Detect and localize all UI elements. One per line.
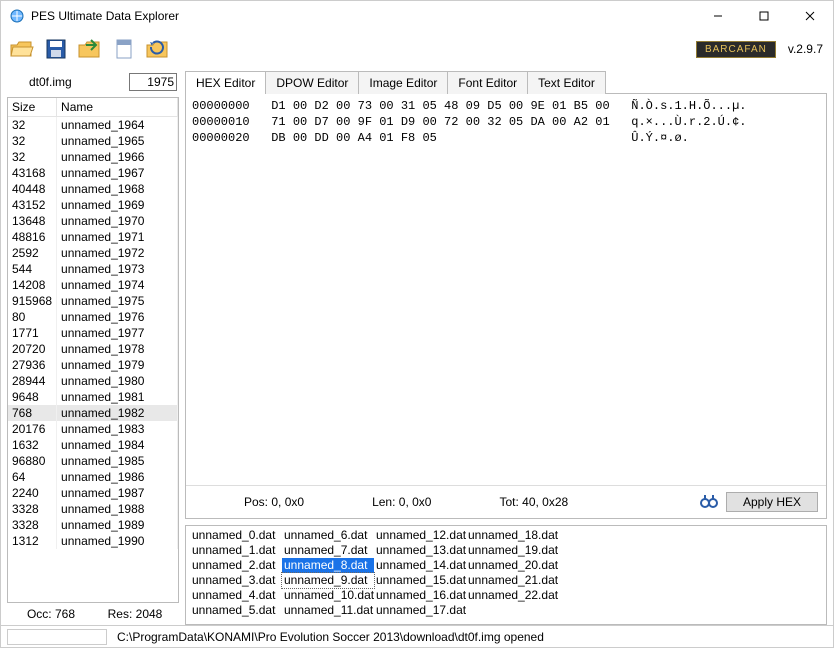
tot-label: Tot: 40, 0x28 [499,495,568,509]
save-button[interactable] [41,34,71,64]
replace-button[interactable] [143,34,173,64]
table-row[interactable]: 1312unnamed_1990 [8,533,178,549]
tab-font-editor[interactable]: Font Editor [447,71,528,94]
table-row[interactable]: 13648unnamed_1970 [8,213,178,229]
table-row[interactable]: 915968unnamed_1975 [8,293,178,309]
table-row[interactable]: 64unnamed_1986 [8,469,178,485]
len-label: Len: 0, 0x0 [372,495,431,509]
tab-image-editor[interactable]: Image Editor [358,71,448,94]
table-row[interactable]: 1771unnamed_1977 [8,325,178,341]
table-row[interactable]: 43152unnamed_1969 [8,197,178,213]
table-row[interactable]: 28944unnamed_1980 [8,373,178,389]
import-button[interactable] [75,34,105,64]
entry-table[interactable]: Size Name 32unnamed_196432unnamed_196532… [7,97,179,603]
binoculars-icon[interactable] [700,493,718,511]
table-row[interactable]: 1632unnamed_1984 [8,437,178,453]
list-item[interactable]: unnamed_14.dat [374,558,466,573]
list-item[interactable]: unnamed_9.dat [282,573,374,588]
list-item[interactable]: unnamed_19.dat [466,543,558,558]
table-row[interactable]: 43168unnamed_1967 [8,165,178,181]
table-row[interactable]: 27936unnamed_1979 [8,357,178,373]
table-row[interactable]: 32unnamed_1965 [8,133,178,149]
status-slot [7,629,107,645]
editor-tabs: HEX EditorDPOW EditorImage EditorFont Ed… [185,71,827,94]
maximize-button[interactable] [741,1,787,31]
dat-file-list[interactable]: unnamed_0.datunnamed_1.datunnamed_2.datu… [185,525,827,625]
table-row[interactable]: 32unnamed_1966 [8,149,178,165]
table-row[interactable]: 9648unnamed_1981 [8,389,178,405]
list-item[interactable]: unnamed_0.dat [190,528,282,543]
close-button[interactable] [787,1,833,31]
table-row[interactable]: 2592unnamed_1972 [8,245,178,261]
list-item[interactable]: unnamed_11.dat [282,603,374,618]
list-item[interactable]: unnamed_2.dat [190,558,282,573]
list-item[interactable]: unnamed_17.dat [374,603,466,618]
open-button[interactable] [7,34,37,64]
list-item[interactable]: unnamed_4.dat [190,588,282,603]
table-row[interactable]: 32unnamed_1964 [8,117,178,134]
list-item[interactable]: unnamed_15.dat [374,573,466,588]
table-row[interactable]: 544unnamed_1973 [8,261,178,277]
app-icon [9,8,25,24]
list-item[interactable]: unnamed_10.dat [282,588,374,603]
table-row[interactable]: 3328unnamed_1989 [8,517,178,533]
list-item[interactable]: unnamed_12.dat [374,528,466,543]
table-row[interactable]: 80unnamed_1976 [8,309,178,325]
list-item[interactable]: unnamed_1.dat [190,543,282,558]
table-row[interactable]: 14208unnamed_1974 [8,277,178,293]
status-bar: C:\ProgramData\KONAMI\Pro Evolution Socc… [1,625,833,647]
list-item[interactable]: unnamed_18.dat [466,528,558,543]
tab-hex-editor[interactable]: HEX Editor [185,71,266,94]
apply-hex-button[interactable]: Apply HEX [726,492,818,512]
list-item[interactable]: unnamed_22.dat [466,588,558,603]
list-item[interactable]: unnamed_5.dat [190,603,282,618]
list-item[interactable]: unnamed_16.dat [374,588,466,603]
author-badge: BARCAFAN [696,41,776,58]
list-item[interactable]: unnamed_7.dat [282,543,374,558]
list-item[interactable]: unnamed_21.dat [466,573,558,588]
res-label: Res: 2048 [93,607,177,621]
table-row[interactable]: 20720unnamed_1978 [8,341,178,357]
table-row[interactable]: 96880unnamed_1985 [8,453,178,469]
index-input[interactable] [129,73,177,91]
list-item[interactable]: unnamed_8.dat [282,558,374,573]
tab-text-editor[interactable]: Text Editor [527,71,606,94]
minimize-button[interactable] [695,1,741,31]
list-item[interactable]: unnamed_13.dat [374,543,466,558]
table-row[interactable]: 3328unnamed_1988 [8,501,178,517]
status-text: C:\ProgramData\KONAMI\Pro Evolution Socc… [117,630,544,644]
table-row[interactable]: 2240unnamed_1987 [8,485,178,501]
list-item[interactable]: unnamed_20.dat [466,558,558,573]
table-row[interactable]: 40448unnamed_1968 [8,181,178,197]
pos-label: Pos: 0, 0x0 [244,495,304,509]
version-label: v.2.9.7 [788,42,823,56]
list-item[interactable]: unnamed_6.dat [282,528,374,543]
tab-dpow-editor[interactable]: DPOW Editor [265,71,359,94]
col-size[interactable]: Size [8,98,57,117]
hex-view[interactable]: 00000000 D1 00 D2 00 73 00 31 05 48 09 D… [186,94,826,485]
table-row[interactable]: 768unnamed_1982 [8,405,178,421]
toolbar: BARCAFAN v.2.9.7 [1,31,833,67]
col-name[interactable]: Name [57,98,178,117]
window-title: PES Ultimate Data Explorer [31,9,179,23]
table-row[interactable]: 20176unnamed_1983 [8,421,178,437]
list-item[interactable]: unnamed_3.dat [190,573,282,588]
export-button[interactable] [109,34,139,64]
title-bar: PES Ultimate Data Explorer [1,1,833,31]
table-row[interactable]: 48816unnamed_1971 [8,229,178,245]
file-label: dt0f.img [9,75,72,89]
occ-label: Occ: 768 [9,607,93,621]
